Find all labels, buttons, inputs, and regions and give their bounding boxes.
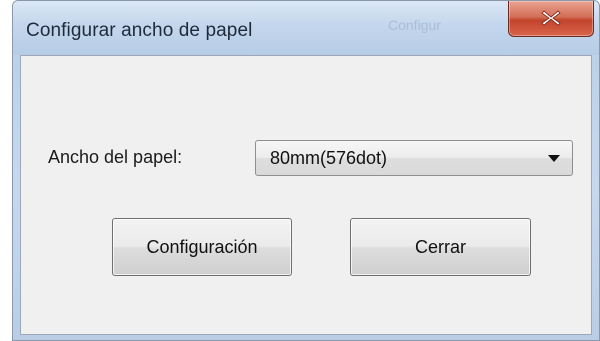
background-window-title: Configur [388,17,441,33]
paper-width-label: Ancho del papel: [48,147,183,167]
dialog-client-area: Ancho del papel: 80mm(576dot) Configurac… [20,55,592,335]
close-icon [541,10,561,26]
paper-width-dropdown[interactable]: 80mm(576dot) [255,140,573,176]
chevron-down-icon [548,155,560,162]
paper-width-value: 80mm(576dot) [270,148,388,168]
title-bar[interactable]: Configur Configurar ancho de papel [13,1,599,55]
close-button[interactable]: Cerrar [350,218,531,276]
dialog-window: Configur Configurar ancho de papel Ancho… [12,0,600,341]
close-window-button[interactable] [508,1,594,37]
configuration-button[interactable]: Configuración [112,218,292,276]
window-title: Configurar ancho de papel [26,20,253,41]
